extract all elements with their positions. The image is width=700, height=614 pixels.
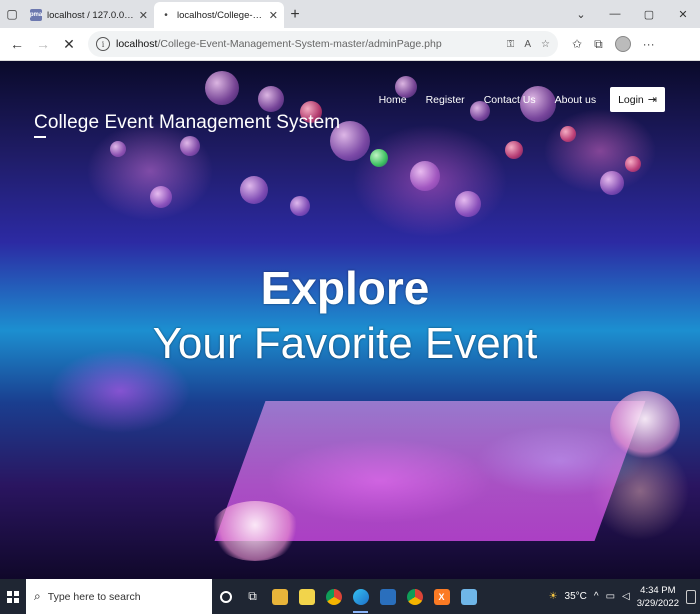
forward-icon[interactable]: →: [30, 31, 56, 57]
read-aloud-icon[interactable]: A: [524, 39, 531, 50]
tab-actions-icon[interactable]: ▢: [0, 0, 24, 28]
background-balloon: [110, 141, 126, 157]
background-balloon: [180, 136, 200, 156]
url-path: /College-Event-Management-System-master/…: [157, 38, 442, 50]
nav-home[interactable]: Home: [379, 94, 407, 106]
url-host: localhost: [116, 38, 158, 50]
sticky-notes-icon[interactable]: [293, 579, 320, 614]
weather-icon[interactable]: ☀: [549, 591, 558, 602]
background-balloon: [560, 126, 576, 142]
tab-phpmyadmin[interactable]: pma localhost / 127.0.0.1 / cems / pa ✕: [24, 2, 154, 28]
task-view-icon[interactable]: ⧉: [239, 579, 266, 614]
page-icon: •: [164, 9, 168, 21]
system-tray: ☀ 35°C ^ ▭ ◁ 4:34 PM 3/29/2022: [549, 584, 700, 610]
clock[interactable]: 4:34 PM 3/29/2022: [637, 584, 679, 610]
background-balloon: [240, 176, 268, 204]
nav-about-us[interactable]: About us: [555, 94, 596, 106]
background-balloon: [410, 161, 440, 191]
hero-heading: Explore: [260, 262, 430, 314]
window-controls: ⌄ — ▢ ✕: [564, 0, 700, 28]
login-button[interactable]: Login ⇥: [610, 87, 665, 112]
browser-toolbar: ← → ✕ i localhost/College-Event-Manageme…: [0, 28, 700, 61]
info-icon[interactable]: i: [96, 37, 110, 51]
close-window-icon[interactable]: ✕: [666, 8, 700, 21]
back-icon[interactable]: ←: [4, 31, 30, 57]
volume-icon[interactable]: ◁: [622, 591, 630, 602]
brand-title[interactable]: College Event Management System: [34, 112, 340, 138]
tab-title: localhost/College-Event-Manag: [177, 9, 265, 21]
chrome-icon[interactable]: [401, 579, 428, 614]
background-balloon: [258, 86, 284, 112]
profile-avatar[interactable]: [614, 36, 631, 52]
maximize-icon[interactable]: ▢: [632, 8, 666, 21]
background-light: [210, 501, 300, 561]
background-light: [610, 391, 680, 461]
background-balloon: [600, 171, 624, 195]
background-balloon: [205, 71, 239, 105]
search-placeholder: Type here to search: [47, 590, 141, 603]
background-balloon: [370, 149, 388, 167]
search-icon: ⌕: [34, 589, 41, 603]
background-balloon: [505, 141, 523, 159]
stop-icon[interactable]: ✕: [56, 31, 82, 57]
address-bar[interactable]: i localhost/College-Event-Management-Sys…: [88, 31, 558, 57]
main-nav: Home Register Contact Us About us Login …: [360, 87, 665, 112]
chevron-up-icon[interactable]: ^: [594, 591, 599, 602]
weather-temp[interactable]: 35°C: [565, 591, 587, 602]
start-button[interactable]: [0, 579, 26, 614]
nav-contact-us[interactable]: Contact Us: [484, 94, 536, 106]
hero-section: College Event Management System Home Reg…: [0, 61, 700, 579]
new-tab-button[interactable]: +: [284, 2, 306, 28]
hero-subheading: Your Favorite Event: [152, 319, 538, 368]
browser-tab-strip: ▢ pma localhost / 127.0.0.1 / cems / pa …: [0, 0, 700, 28]
clock-time: 4:34 PM: [640, 584, 676, 596]
background-balloon: [455, 191, 481, 217]
notepad-icon[interactable]: [455, 579, 482, 614]
edge-icon[interactable]: [347, 579, 374, 614]
background-balloon: [150, 186, 172, 208]
background-balloon: [625, 156, 641, 172]
collections-icon[interactable]: ⧉: [594, 37, 603, 52]
network-icon[interactable]: ▭: [606, 591, 615, 602]
windows-logo-icon: [7, 590, 19, 603]
favorites-icon[interactable]: ✩: [572, 37, 582, 51]
nav-register[interactable]: Register: [426, 94, 465, 106]
favorite-star-icon[interactable]: ☆: [541, 39, 550, 50]
close-icon[interactable]: ✕: [139, 9, 148, 22]
sign-in-icon: ⇥: [647, 94, 657, 106]
clock-date: 3/29/2022: [636, 597, 679, 609]
file-explorer-icon[interactable]: [266, 579, 293, 614]
close-icon[interactable]: ✕: [269, 9, 278, 22]
xampp-icon[interactable]: X: [428, 579, 455, 614]
camtasia-icon[interactable]: [374, 579, 401, 614]
taskbar: ⌕ Type here to search ⧉ X ☀ 35°C ^ ▭ ◁ 4…: [0, 579, 700, 614]
notification-icon[interactable]: [686, 589, 696, 604]
tab-title: localhost / 127.0.0.1 / cems / pa: [47, 9, 135, 21]
phpmyadmin-icon: pma: [30, 9, 42, 21]
login-label: Login: [618, 93, 644, 106]
chevron-down-icon[interactable]: ⌄: [564, 8, 598, 21]
minimize-icon[interactable]: —: [598, 8, 632, 20]
taskbar-search[interactable]: ⌕ Type here to search: [26, 579, 212, 614]
tab-college-event[interactable]: • localhost/College-Event-Manag ✕: [154, 2, 284, 28]
more-icon[interactable]: ···: [643, 37, 655, 51]
cortana-icon[interactable]: [212, 579, 239, 614]
chrome-icon[interactable]: [320, 579, 347, 614]
background-balloon: [290, 196, 310, 216]
key-icon[interactable]: ⚿: [507, 39, 515, 50]
